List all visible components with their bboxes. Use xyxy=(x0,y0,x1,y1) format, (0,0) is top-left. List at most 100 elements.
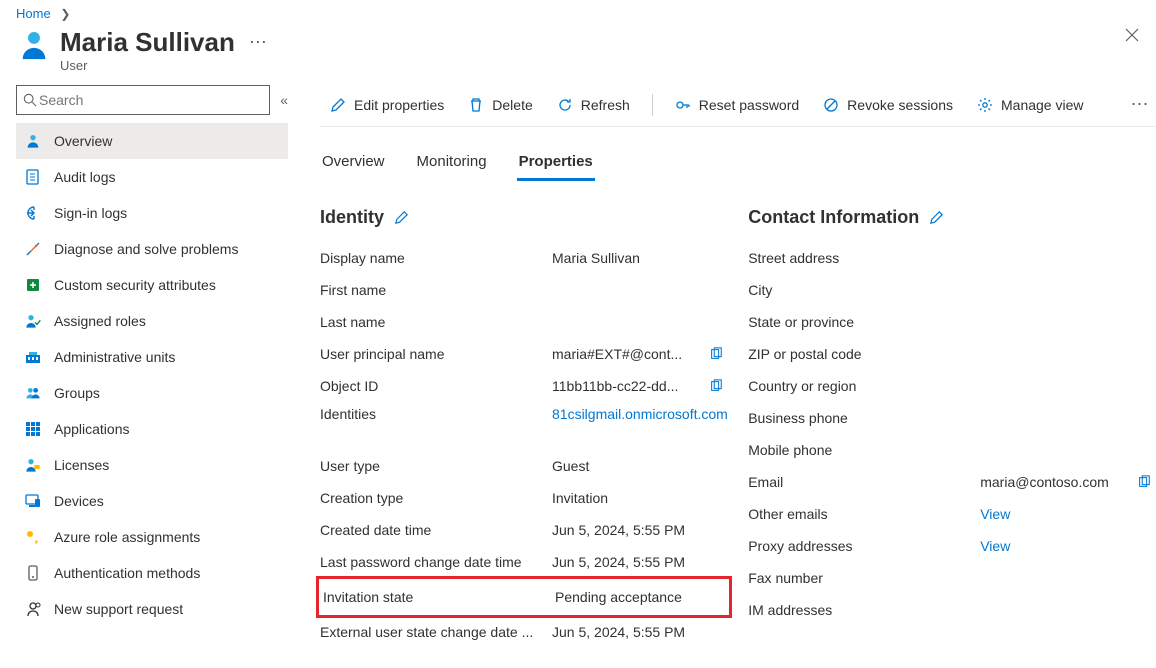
devices-icon xyxy=(24,492,42,510)
sidebar-item-sign-in-logs[interactable]: Sign-in logs xyxy=(16,195,288,231)
row-proxy: Proxy addresses View xyxy=(748,530,1156,562)
breadcrumb-home[interactable]: Home xyxy=(16,6,51,21)
refresh-icon xyxy=(557,97,573,113)
sidebar-item-label: Administrative units xyxy=(54,349,175,365)
tab-properties[interactable]: Properties xyxy=(517,145,595,180)
toolbar-label: Edit properties xyxy=(354,97,444,113)
copy-upn-button[interactable] xyxy=(704,347,728,361)
admin-units-icon xyxy=(24,348,42,366)
row-street: Street address xyxy=(748,242,1156,274)
field-label: City xyxy=(748,282,980,298)
field-label: Street address xyxy=(748,250,980,266)
sidebar-item-audit-logs[interactable]: Audit logs xyxy=(16,159,288,195)
diagnose-icon xyxy=(24,240,42,258)
search-input[interactable] xyxy=(37,91,263,109)
row-business-phone: Business phone xyxy=(748,402,1156,434)
view-proxy-link[interactable]: View xyxy=(980,538,1132,554)
sidebar-item-admin-units[interactable]: Administrative units xyxy=(16,339,288,375)
edit-contact-button[interactable] xyxy=(929,210,944,225)
sidebar-item-diagnose[interactable]: Diagnose and solve problems xyxy=(16,231,288,267)
user-avatar-icon xyxy=(16,27,52,63)
field-value: 11bb11bb-cc22-dd... xyxy=(552,378,704,394)
field-label: Creation type xyxy=(320,490,552,506)
view-other-emails-link[interactable]: View xyxy=(980,506,1132,522)
toolbar-label: Delete xyxy=(492,97,532,113)
tab-monitoring[interactable]: Monitoring xyxy=(415,145,489,180)
highlighted-row: Invitation state Pending acceptance xyxy=(316,576,732,618)
sidebar: « Overview Audit logs Sign-in logs Diagn… xyxy=(0,83,296,668)
sidebar-item-support[interactable]: New support request xyxy=(16,591,288,627)
copy-email-button[interactable] xyxy=(1132,475,1156,489)
audit-logs-icon xyxy=(24,168,42,186)
revoke-sessions-button[interactable]: Revoke sessions xyxy=(813,87,963,123)
row-country: Country or region xyxy=(748,370,1156,402)
row-zip: ZIP or postal code xyxy=(748,338,1156,370)
sidebar-item-azure-role[interactable]: Azure role assignments xyxy=(16,519,288,555)
field-label: Mobile phone xyxy=(748,442,980,458)
user-icon xyxy=(24,132,42,150)
sidebar-item-label: Audit logs xyxy=(54,169,115,185)
sidebar-item-groups[interactable]: Groups xyxy=(16,375,288,411)
field-label: Country or region xyxy=(748,378,980,394)
field-value: Guest xyxy=(552,458,704,474)
sidebar-item-label: Groups xyxy=(54,385,100,401)
sidebar-nav: Overview Audit logs Sign-in logs Diagnos… xyxy=(16,123,288,627)
row-mobile-phone: Mobile phone xyxy=(748,434,1156,466)
row-email: Email maria@contoso.com xyxy=(748,466,1156,498)
page-title: Maria Sullivan xyxy=(60,27,235,58)
toolbar-separator xyxy=(652,94,653,116)
reset-password-button[interactable]: Reset password xyxy=(665,87,809,123)
delete-button[interactable]: Delete xyxy=(458,87,542,123)
header-more-button[interactable]: ⋯ xyxy=(249,32,269,53)
row-object-id: Object ID 11bb11bb-cc22-dd... xyxy=(320,370,728,402)
revoke-icon xyxy=(823,97,839,113)
field-value: maria#EXT#@cont... xyxy=(552,346,704,362)
sidebar-item-overview[interactable]: Overview xyxy=(16,123,288,159)
field-value: Pending acceptance xyxy=(555,589,701,605)
sidebar-item-label: Sign-in logs xyxy=(54,205,127,221)
sidebar-item-devices[interactable]: Devices xyxy=(16,483,288,519)
close-button[interactable] xyxy=(1124,27,1140,43)
sidebar-item-label: Devices xyxy=(54,493,104,509)
field-value: Maria Sullivan xyxy=(552,250,704,266)
field-label: External user state change date ... xyxy=(320,624,552,640)
field-label: Invitation state xyxy=(323,589,555,605)
sidebar-item-label: Azure role assignments xyxy=(54,529,200,545)
row-identities: Identities 81csilgmail.onmicrosoft.com xyxy=(320,402,728,450)
sidebar-item-applications[interactable]: Applications xyxy=(16,411,288,447)
groups-icon xyxy=(24,384,42,402)
row-other-emails: Other emails View xyxy=(748,498,1156,530)
copy-object-id-button[interactable] xyxy=(704,379,728,393)
sidebar-item-auth-methods[interactable]: Authentication methods xyxy=(16,555,288,591)
field-value-link[interactable]: 81csilgmail.onmicrosoft.com xyxy=(552,406,704,422)
sidebar-item-assigned-roles[interactable]: Assigned roles xyxy=(16,303,288,339)
edit-properties-button[interactable]: Edit properties xyxy=(320,87,454,123)
manage-view-button[interactable]: Manage view xyxy=(967,87,1094,123)
collapse-sidebar-button[interactable]: « xyxy=(280,92,288,108)
sidebar-item-label: Diagnose and solve problems xyxy=(54,241,238,257)
sidebar-item-licenses[interactable]: Licenses xyxy=(16,447,288,483)
toolbar-label: Revoke sessions xyxy=(847,97,953,113)
refresh-button[interactable]: Refresh xyxy=(547,87,640,123)
field-label: ZIP or postal code xyxy=(748,346,980,362)
search-icon xyxy=(23,93,37,107)
sidebar-item-label: Authentication methods xyxy=(54,565,200,581)
sidebar-item-custom-security[interactable]: Custom security attributes xyxy=(16,267,288,303)
field-label: Identities xyxy=(320,406,552,422)
sidebar-item-label: Overview xyxy=(54,133,112,149)
search-input-wrapper[interactable] xyxy=(16,85,270,115)
key-icon xyxy=(675,97,691,113)
row-last-name: Last name xyxy=(320,306,728,338)
page-subtitle: User xyxy=(60,58,269,73)
tab-overview[interactable]: Overview xyxy=(320,145,387,180)
field-label: Last name xyxy=(320,314,552,330)
toolbar-more-button[interactable]: ⋯ xyxy=(1124,94,1156,115)
field-value: Jun 5, 2024, 5:55 PM xyxy=(552,554,704,570)
applications-icon xyxy=(24,420,42,438)
contact-section: Contact Information Street address City … xyxy=(748,207,1156,648)
page-header: Maria Sullivan ⋯ User xyxy=(0,23,1156,83)
tabs: Overview Monitoring Properties xyxy=(320,145,1156,181)
edit-identity-button[interactable] xyxy=(394,210,409,225)
auth-methods-icon xyxy=(24,564,42,582)
field-label: Fax number xyxy=(748,570,980,586)
